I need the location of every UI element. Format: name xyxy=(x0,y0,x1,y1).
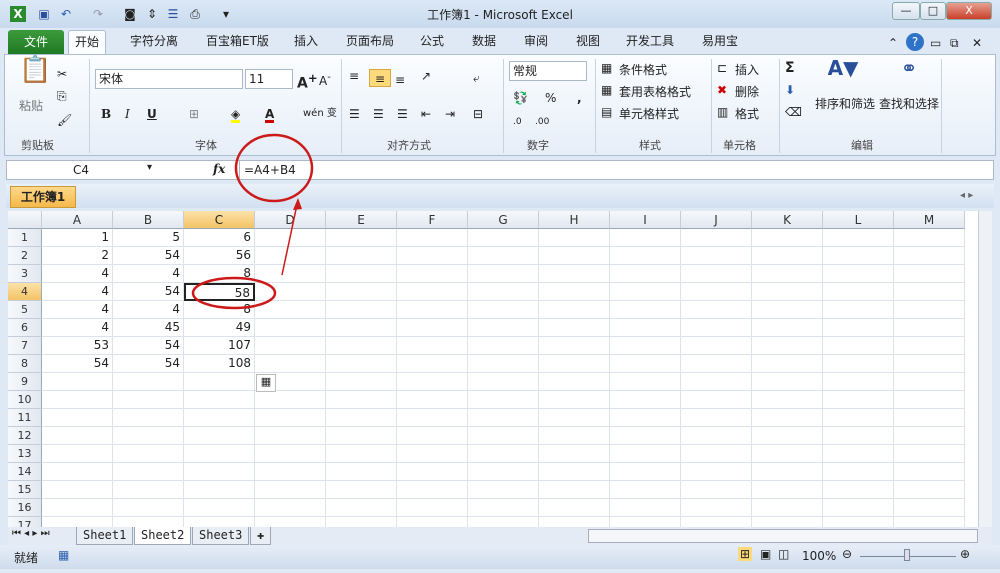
annotation-circle-formula xyxy=(234,133,314,203)
annotation-arrowhead xyxy=(293,198,302,210)
sheet-tab-sheet2[interactable]: Sheet2 xyxy=(134,527,192,545)
sheet-tab-bar: ⏮ ◂ ▸ ⏭ Sheet1 Sheet2 Sheet3 ✚ xyxy=(8,527,992,545)
status-bar: 就绪 ▦ ⊞ ▣ ◫ 100% ⊖ ⊕ xyxy=(0,545,1000,569)
horizontal-scrollbar[interactable] xyxy=(588,529,978,543)
zoom-slider-thumb[interactable] xyxy=(904,549,910,561)
zoom-in-icon[interactable]: ⊕ xyxy=(960,547,970,561)
annotation-arrow xyxy=(281,199,299,276)
page-layout-view-icon[interactable]: ▣ xyxy=(760,547,771,561)
insert-sheet-icon[interactable]: ✚ xyxy=(250,527,272,545)
macro-record-icon[interactable]: ▦ xyxy=(58,548,69,562)
status-ready: 就绪 xyxy=(14,551,39,565)
zoom-out-icon[interactable]: ⊖ xyxy=(842,547,852,561)
zoom-level[interactable]: 100% xyxy=(802,549,836,563)
annotation-layer xyxy=(191,133,314,310)
normal-view-icon[interactable]: ⊞ xyxy=(738,547,753,561)
annotation-circle-cell xyxy=(191,276,277,310)
sheet-tab-sheet3[interactable]: Sheet3 xyxy=(192,527,250,545)
sheet-tab-sheet1[interactable]: Sheet1 xyxy=(76,527,134,545)
page-break-view-icon[interactable]: ◫ xyxy=(778,547,789,561)
sheet-nav-icons[interactable]: ⏮ ◂ ▸ ⏭ xyxy=(12,528,50,539)
